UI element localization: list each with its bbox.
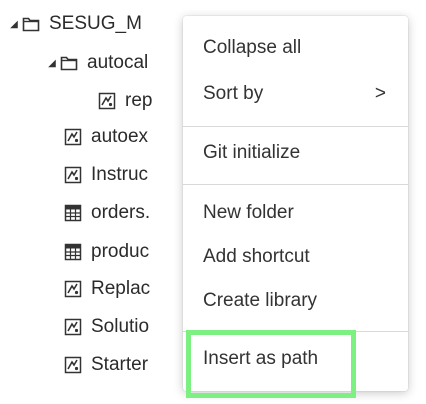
menu-item-collapse-all[interactable]: Collapse all (183, 28, 408, 68)
tree-item-label: autoex (91, 126, 149, 147)
tree-item-label: SESUG_M (49, 13, 142, 34)
collapse-arrow-icon[interactable]: ◢ (44, 58, 60, 69)
folder-icon (60, 56, 78, 71)
menu-separator (183, 126, 408, 127)
tree-row-file[interactable]: Solutio (64, 312, 149, 342)
tree-row-file[interactable]: Replac (64, 274, 150, 304)
app-window: ◢ SESUG_M ◢ autocal rep autoex Instruc o… (0, 0, 426, 404)
menu-item-label: Add shortcut (203, 246, 310, 267)
program-icon (64, 356, 82, 374)
collapse-arrow-icon[interactable]: ◢ (6, 19, 22, 30)
tree-item-label: rep (125, 90, 153, 111)
menu-item-insert-as-path[interactable]: Insert as path (183, 339, 408, 379)
menu-item-new-folder[interactable]: New folder (183, 193, 408, 233)
menu-item-label: Insert as path (203, 348, 319, 369)
program-icon (64, 128, 82, 146)
table-icon (64, 204, 82, 222)
tree-row-file[interactable]: Starter (64, 350, 148, 380)
tree-item-label: autocal (87, 52, 149, 73)
tree-item-label: Instruc (91, 164, 149, 185)
menu-separator (183, 184, 408, 185)
menu-item-add-shortcut[interactable]: Add shortcut (183, 237, 408, 277)
tree-item-label: Solutio (91, 316, 150, 337)
menu-item-label: Git initialize (203, 142, 301, 163)
tree-row-root[interactable]: ◢ SESUG_M (6, 9, 142, 39)
tree-row-file[interactable]: rep (98, 86, 152, 116)
menu-item-label: Collapse all (203, 37, 302, 58)
menu-item-label: New folder (203, 202, 294, 223)
folder-icon (22, 17, 40, 32)
menu-item-git-initialize[interactable]: Git initialize (183, 133, 408, 173)
tree-row-file[interactable]: produc (64, 237, 149, 267)
tree-row-file[interactable]: autoex (64, 122, 148, 152)
tree-row-file[interactable]: Instruc (64, 160, 148, 190)
program-icon (64, 280, 82, 298)
menu-item-sort-by[interactable]: Sort by > (183, 74, 408, 114)
program-icon (64, 166, 82, 184)
tree-item-label: produc (91, 241, 150, 262)
context-menu: Collapse all Sort by > Git initialize Ne… (183, 16, 408, 391)
tree-row-file[interactable]: orders. (64, 198, 150, 228)
table-icon (64, 243, 82, 261)
menu-item-label: Create library (203, 290, 318, 311)
chevron-right-icon: > (374, 83, 386, 104)
tree-item-label: Starter (91, 354, 149, 375)
tree-item-label: orders. (91, 202, 151, 223)
program-icon (64, 318, 82, 336)
menu-separator (183, 331, 408, 332)
tree-item-label: Replac (91, 278, 151, 299)
tree-row-folder[interactable]: ◢ autocal (44, 48, 148, 78)
program-icon (98, 92, 116, 110)
menu-item-create-library[interactable]: Create library (183, 281, 408, 321)
menu-item-label: Sort by (203, 83, 264, 104)
